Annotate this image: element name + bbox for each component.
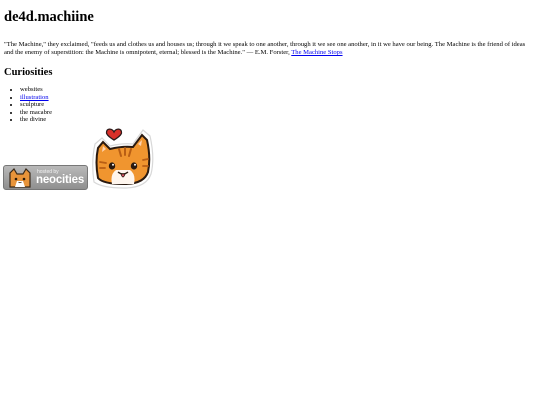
neocities-cat-icon (9, 168, 31, 188)
heart-icon (105, 128, 123, 141)
quote-text: "The Machine," they exclaimed, "feeds us… (4, 41, 526, 56)
forster-quote: "The Machine," they exclaimed, "feeds us… (4, 41, 528, 57)
list-item-sculpture: sculpture (20, 101, 532, 109)
curiosities-list: websites illustration sculpture the maca… (4, 86, 532, 124)
list-item-macabre: the macabre (20, 109, 532, 117)
site-title: de4d.machiine (4, 9, 94, 25)
hosted-by-neocities-badge[interactable]: hosted by neocities (3, 165, 88, 190)
list-item-illustration: illustration (20, 94, 532, 102)
list-item-websites: websites (20, 86, 532, 94)
cat-sticker-icon (92, 128, 154, 189)
badge-brand-text: neocities (36, 174, 85, 186)
illustration-link[interactable]: illustration (20, 94, 49, 101)
machine-stops-link[interactable]: The Machine Stops (291, 49, 342, 56)
curiosities-heading: Curiosities (4, 67, 53, 78)
page-content: de4d.machiine "The Machine," they exclai… (4, 0, 532, 124)
